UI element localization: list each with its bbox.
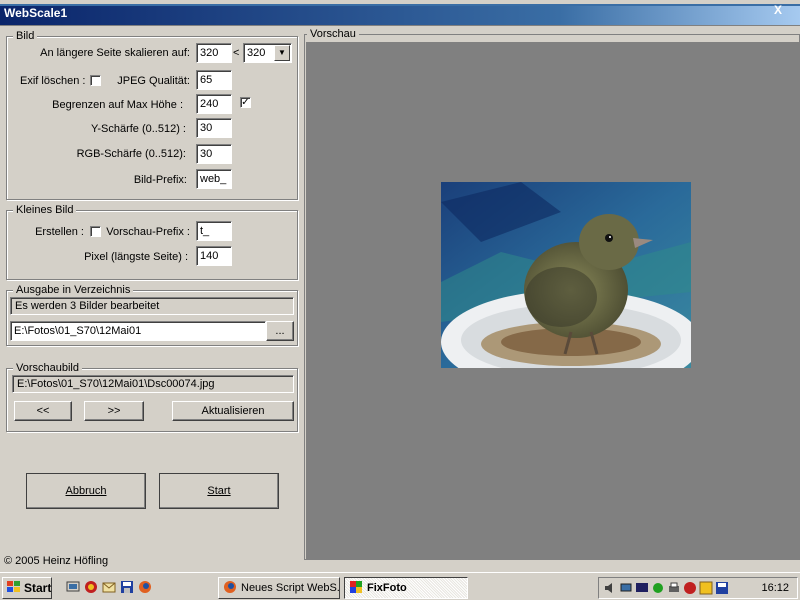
system-tray: 16:12 bbox=[598, 577, 798, 599]
fixfoto-icon bbox=[349, 580, 363, 597]
preview-image bbox=[441, 182, 691, 368]
monitor-icon[interactable] bbox=[635, 581, 649, 595]
group-kleines-bild-legend: Kleines Bild bbox=[13, 204, 77, 216]
maxh-input[interactable]: 240 bbox=[196, 94, 232, 114]
top-accent bbox=[0, 4, 800, 6]
bird-photo-illustration bbox=[441, 182, 691, 368]
firefox-icon[interactable] bbox=[138, 580, 152, 594]
refresh-button[interactable]: Aktualisieren bbox=[172, 401, 294, 421]
group-ausgabe-legend: Ausgabe in Verzeichnis bbox=[13, 284, 134, 296]
disk-icon[interactable] bbox=[715, 581, 729, 595]
title-bar: WebScale1 X bbox=[0, 0, 800, 26]
start-action-button[interactable]: Start bbox=[159, 473, 279, 509]
printer-icon[interactable] bbox=[667, 581, 681, 595]
copyright-label: © 2005 Heinz Höfling bbox=[4, 555, 109, 567]
taskbar: Start Neues Script WebS... FixFoto 16:12 bbox=[0, 572, 800, 600]
mail-icon[interactable] bbox=[102, 580, 116, 594]
save-icon[interactable] bbox=[120, 580, 134, 594]
clock: 16:12 bbox=[761, 582, 789, 594]
group-kleines-bild: Kleines Bild bbox=[6, 204, 298, 280]
vorschaubild-file: E:\Fotos\01_S70\12Mai01\Dsc00074.jpg bbox=[12, 375, 294, 393]
group-bild-legend: Bild bbox=[13, 30, 38, 42]
scale-combo-value: 320 bbox=[247, 47, 266, 59]
chevron-down-icon[interactable]: ▼ bbox=[274, 45, 290, 61]
scale-combo[interactable]: 320 ▼ bbox=[243, 43, 292, 63]
browser-icon[interactable] bbox=[84, 580, 98, 594]
cancel-button-label: Abbruch bbox=[65, 485, 107, 497]
erstellen-checkbox[interactable] bbox=[90, 226, 101, 237]
maxh-label: Begrenzen auf Max Höhe : bbox=[52, 99, 183, 111]
start-label: Start bbox=[24, 581, 52, 595]
speaker-icon[interactable] bbox=[603, 581, 617, 595]
vorschau-prefix-label: Vorschau-Prefix : bbox=[106, 226, 190, 238]
start-button[interactable]: Start bbox=[2, 577, 52, 599]
ausgabe-path-input[interactable]: E:\Fotos\01_S70\12Mai01 bbox=[10, 321, 266, 341]
pixel-label: Pixel (längste Seite) : bbox=[84, 251, 188, 263]
jpeg-label: JPEG Qualität: bbox=[117, 75, 190, 87]
jpeg-input[interactable]: 65 bbox=[196, 70, 232, 90]
task-label: FixFoto bbox=[367, 582, 407, 594]
app-icon[interactable] bbox=[699, 581, 713, 595]
desktop-icon[interactable] bbox=[66, 580, 80, 594]
rgb-sharpness-input[interactable]: 30 bbox=[196, 144, 232, 164]
pixel-input[interactable]: 140 bbox=[196, 246, 232, 266]
maxh-checkbox[interactable]: ✓ bbox=[240, 97, 251, 108]
scale-label: An längere Seite skalieren auf: bbox=[40, 47, 190, 59]
y-sharpness-label: Y-Schärfe (0..512) : bbox=[91, 123, 186, 135]
tool-icon[interactable] bbox=[651, 581, 665, 595]
less-than-label: < bbox=[233, 47, 240, 59]
start-action-label: Start bbox=[207, 485, 231, 497]
ausgabe-status: Es werden 3 Bilder bearbeitet bbox=[10, 297, 294, 315]
cancel-button[interactable]: Abbruch bbox=[26, 473, 146, 509]
prefix-label: Bild-Prefix: bbox=[133, 174, 187, 186]
vorschau-prefix-input[interactable]: t_ bbox=[196, 221, 232, 241]
exif-checkbox[interactable] bbox=[90, 75, 101, 86]
task-neues-script[interactable]: Neues Script WebS... bbox=[218, 577, 340, 599]
rgb-sharpness-label: RGB-Schärfe (0..512): bbox=[76, 148, 186, 160]
erstellen-label: Erstellen : bbox=[35, 226, 84, 238]
window-title: WebScale1 bbox=[4, 6, 68, 20]
prefix-input[interactable]: web_ bbox=[196, 169, 232, 189]
next-button[interactable]: >> bbox=[84, 401, 144, 421]
scale-input[interactable]: 320 bbox=[196, 43, 232, 63]
task-label: Neues Script WebS... bbox=[241, 582, 340, 594]
group-vorschaubild-legend: Vorschaubild bbox=[13, 362, 82, 374]
prev-button[interactable]: << bbox=[14, 401, 72, 421]
firefox-icon bbox=[223, 580, 237, 597]
network-icon[interactable] bbox=[619, 581, 633, 595]
antivirus-icon[interactable] bbox=[683, 581, 697, 595]
y-sharpness-input[interactable]: 30 bbox=[196, 118, 232, 138]
windows-logo-icon bbox=[7, 580, 21, 596]
browse-button[interactable]: ... bbox=[266, 321, 294, 341]
task-fixfoto[interactable]: FixFoto bbox=[344, 577, 468, 599]
preview-legend: Vorschau bbox=[307, 28, 359, 40]
close-icon[interactable]: X bbox=[770, 3, 786, 17]
exif-label: Exif löschen : bbox=[20, 75, 86, 87]
